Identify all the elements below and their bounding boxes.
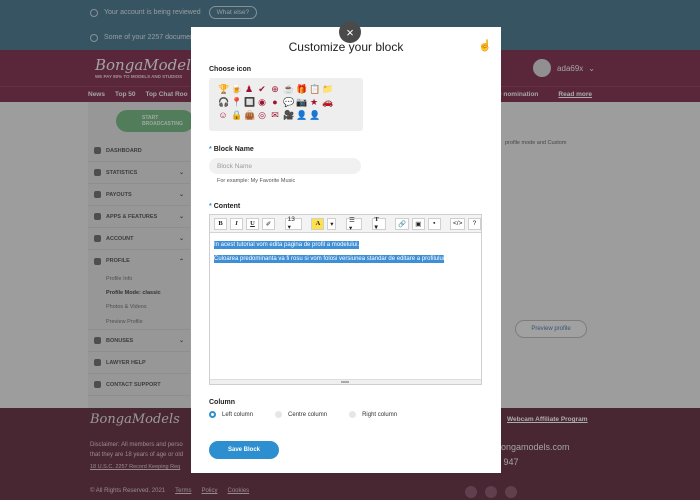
radio-selected-icon xyxy=(209,411,216,418)
content-line: In acest tutorial vom edita pagina de pr… xyxy=(214,238,477,252)
lock-icon[interactable]: 🔒 xyxy=(231,110,242,120)
block-name-field[interactable] xyxy=(209,158,361,174)
editor-toolbar: B I U ✐ 13 ▾ A ▾ ☰ ▾ T ▾ 🔗 ▣ ▪ </> ? xyxy=(210,215,481,233)
info-icon[interactable]: ◉ xyxy=(257,97,267,107)
trophy-icon[interactable]: 🏆 xyxy=(218,84,229,94)
align-dropdown[interactable]: ☰ ▾ xyxy=(346,217,362,232)
smile-icon[interactable]: ☺ xyxy=(218,110,228,120)
text-style-dropdown[interactable]: T ▾ xyxy=(371,216,386,231)
selected-text: Culoarea predominanta va fi rosu si vom … xyxy=(214,255,445,263)
block-name-label: * Block Name xyxy=(209,146,254,153)
icon-row: ☺ 🔒 👜 ◎ ✉ 🎥 👤 👤 xyxy=(218,110,363,120)
radio-label: Left column xyxy=(222,411,254,418)
icon-picker: 🏆 🍺 ♟ ✔ ⊕ ☕ 🎁 📋 📁 🎧 📍 🔲 ◉ ● 💬 📷 ★ 🚗 ☺ 🔒 … xyxy=(209,78,363,131)
grip-icon xyxy=(341,381,349,383)
gift-icon[interactable]: 🎁 xyxy=(296,84,307,94)
hand-cursor-icon: ☝ xyxy=(478,40,492,52)
close-icon[interactable]: × xyxy=(339,21,361,43)
camera-icon[interactable]: 📷 xyxy=(296,97,307,107)
chat-icon[interactable]: 💬 xyxy=(283,97,294,107)
radio-icon xyxy=(275,411,283,418)
radio-label: Right column xyxy=(362,411,398,418)
car-icon[interactable]: 🚗 xyxy=(322,97,333,107)
code-view-button[interactable]: </> xyxy=(450,217,465,230)
user-search-icon[interactable]: 👤 xyxy=(309,110,320,120)
envelope-icon[interactable]: ✉ xyxy=(270,110,280,120)
content-line: Culoarea predominanta va fi rosu si vom … xyxy=(214,252,477,266)
font-size-select[interactable]: 13 ▾ xyxy=(284,216,302,231)
right-column-radio[interactable]: Right column xyxy=(349,411,397,418)
required-icon: * xyxy=(209,146,212,153)
column-label: Column xyxy=(209,399,236,406)
crosshair-icon[interactable]: ⊕ xyxy=(270,84,280,94)
save-block-button[interactable]: Save Block xyxy=(209,441,279,459)
icon-row: 🏆 🍺 ♟ ✔ ⊕ ☕ 🎁 📋 📁 xyxy=(218,84,363,94)
help-button[interactable]: ? xyxy=(467,217,481,230)
eraser-icon[interactable]: ✐ xyxy=(262,217,275,230)
circle-icon[interactable]: ● xyxy=(270,97,280,107)
folder-icon[interactable]: 📁 xyxy=(322,84,333,94)
content-label-text: Content xyxy=(213,203,241,210)
bold-button[interactable]: B xyxy=(214,217,227,230)
link-icon[interactable]: 🔗 xyxy=(395,217,409,230)
block-name-input[interactable] xyxy=(217,162,347,170)
customize-block-modal: Customize your block ☝ Choose icon 🏆 🍺 ♟… xyxy=(191,27,501,473)
clipboard-icon[interactable]: 📋 xyxy=(309,84,320,94)
editor-content[interactable]: In acest tutorial vom edita pagina de pr… xyxy=(210,233,481,271)
check-icon[interactable]: ✔ xyxy=(257,84,267,94)
choose-icon-label: Choose icon xyxy=(209,66,252,73)
left-column-radio[interactable]: Left column xyxy=(209,411,253,418)
video-camera-icon[interactable]: 🎥 xyxy=(283,110,294,120)
required-icon: * xyxy=(209,203,212,210)
user-icon[interactable]: 👤 xyxy=(296,110,307,120)
coffee-icon[interactable]: ☕ xyxy=(283,84,294,94)
headphones-icon[interactable]: 🎧 xyxy=(218,97,229,107)
beer-icon[interactable]: 🍺 xyxy=(231,84,242,94)
block-name-label-text: Block Name xyxy=(213,146,254,153)
text-color-button[interactable]: A xyxy=(311,217,325,230)
column-radio-group: Left column Centre column Right column xyxy=(209,411,419,418)
underline-button[interactable]: U xyxy=(246,217,259,230)
target-icon[interactable]: ◎ xyxy=(257,110,267,120)
italic-button[interactable]: I xyxy=(230,217,243,230)
editor-resize-handle[interactable] xyxy=(210,379,481,384)
image-icon[interactable]: ▣ xyxy=(411,217,425,230)
icon-row: 🎧 📍 🔲 ◉ ● 💬 📷 ★ 🚗 xyxy=(218,97,363,107)
chess-icon[interactable]: ♟ xyxy=(244,84,254,94)
frame-icon[interactable]: 🔲 xyxy=(244,97,255,107)
color-dropdown-button[interactable]: ▾ xyxy=(327,217,337,230)
star-icon[interactable]: ★ xyxy=(309,97,319,107)
block-name-hint: For example: My Favorite Music xyxy=(217,178,296,184)
radio-label: Centre column xyxy=(288,411,328,418)
content-editor[interactable]: B I U ✐ 13 ▾ A ▾ ☰ ▾ T ▾ 🔗 ▣ ▪ </> ? In … xyxy=(209,214,482,385)
content-label: * Content xyxy=(209,203,240,210)
map-pin-icon[interactable]: 📍 xyxy=(231,97,242,107)
selected-text: In acest tutorial vom edita pagina de pr… xyxy=(214,241,360,249)
centre-column-radio[interactable]: Centre column xyxy=(275,411,327,418)
bag-icon[interactable]: 👜 xyxy=(244,110,255,120)
video-icon[interactable]: ▪ xyxy=(427,217,441,230)
radio-icon xyxy=(349,411,357,418)
